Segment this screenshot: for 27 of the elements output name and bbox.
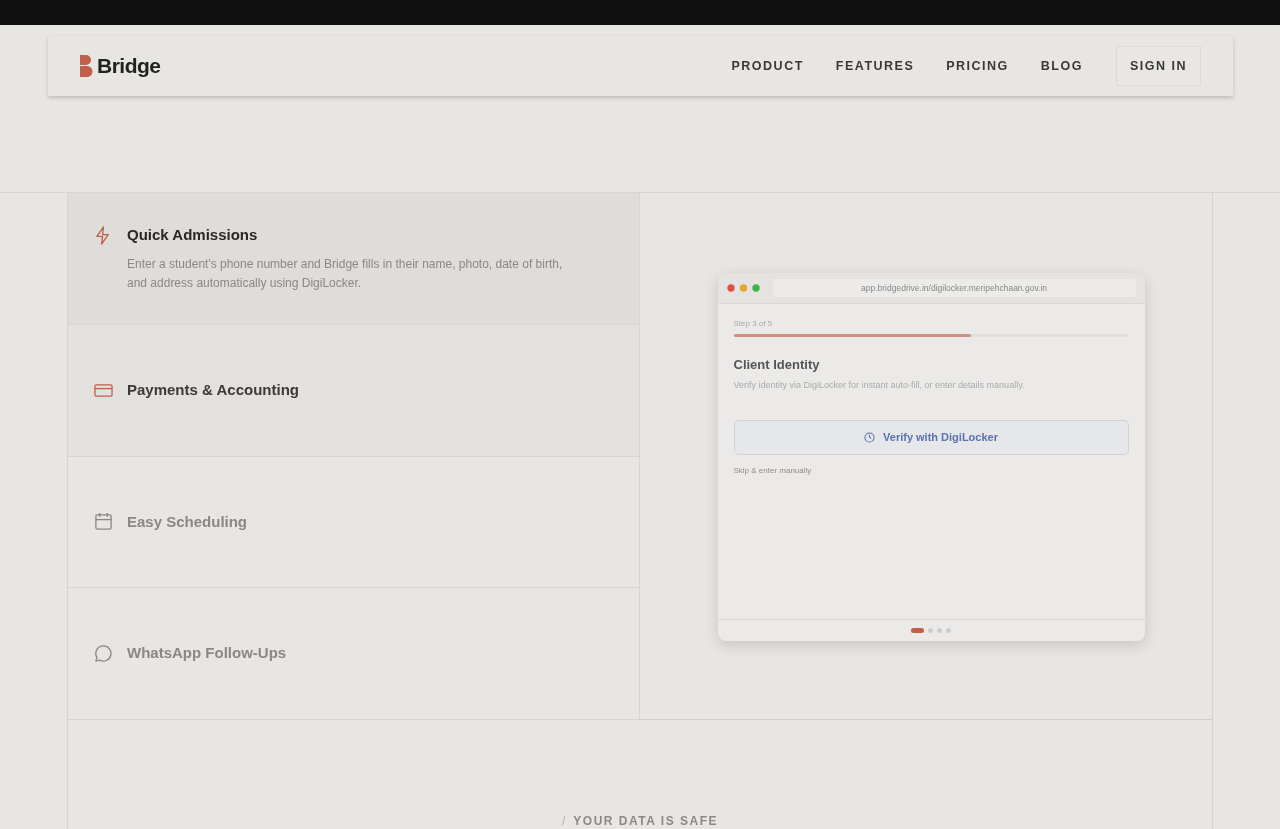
- feature-title: Quick Admissions: [127, 225, 258, 246]
- carousel-dot[interactable]: [937, 627, 942, 633]
- chat-bubble-icon: [94, 644, 113, 664]
- feature-title: Easy Scheduling: [127, 511, 248, 532]
- address-bar: app.bridgedrive.in/digilocker.meripehchaan.gov.in: [772, 278, 1136, 297]
- feature-title: WhatsApp Follow-Ups: [127, 643, 287, 664]
- form-subtitle: Verify identity via DigiLocker for instant auto-fill, or enter details manually.: [733, 379, 1026, 392]
- feature-item[interactable]: Quick Admissions Enter a student's phone number and Bridge fills in their name, photo, date of birth, and address automatically using DigiLocker.: [68, 193, 640, 325]
- carousel-dot[interactable]: [928, 627, 933, 633]
- clock-icon: [864, 431, 876, 443]
- nav-link[interactable]: FEATURES: [835, 56, 915, 76]
- sign-in-button[interactable]: SIGN IN: [1115, 45, 1201, 87]
- calendar-icon: [94, 512, 113, 532]
- logo-icon: [80, 55, 93, 77]
- nav-link[interactable]: PRICING: [946, 56, 1009, 76]
- feature-item[interactable]: Payments & Accounting: [68, 324, 640, 457]
- brand-name[interactable]: Bridge: [97, 50, 161, 82]
- window-controls-icon: [726, 283, 760, 292]
- section-label: YOUR DATA IS SAFE: [573, 813, 718, 829]
- nav-link[interactable]: BLOG: [1040, 56, 1083, 76]
- carousel-dot[interactable]: [946, 627, 951, 633]
- section-slash: /: [562, 813, 566, 829]
- nav-link[interactable]: PRODUCT: [731, 56, 804, 76]
- verify-button[interactable]: Verify with DigiLocker: [733, 419, 1129, 455]
- form-title: Client Identity: [733, 355, 821, 374]
- feature-title: Payments & Accounting: [127, 379, 299, 400]
- feature-description: Enter a student's phone number and Bridge fills in their name, photo, date of birth, and address automatically using DigiLocker.: [127, 255, 564, 292]
